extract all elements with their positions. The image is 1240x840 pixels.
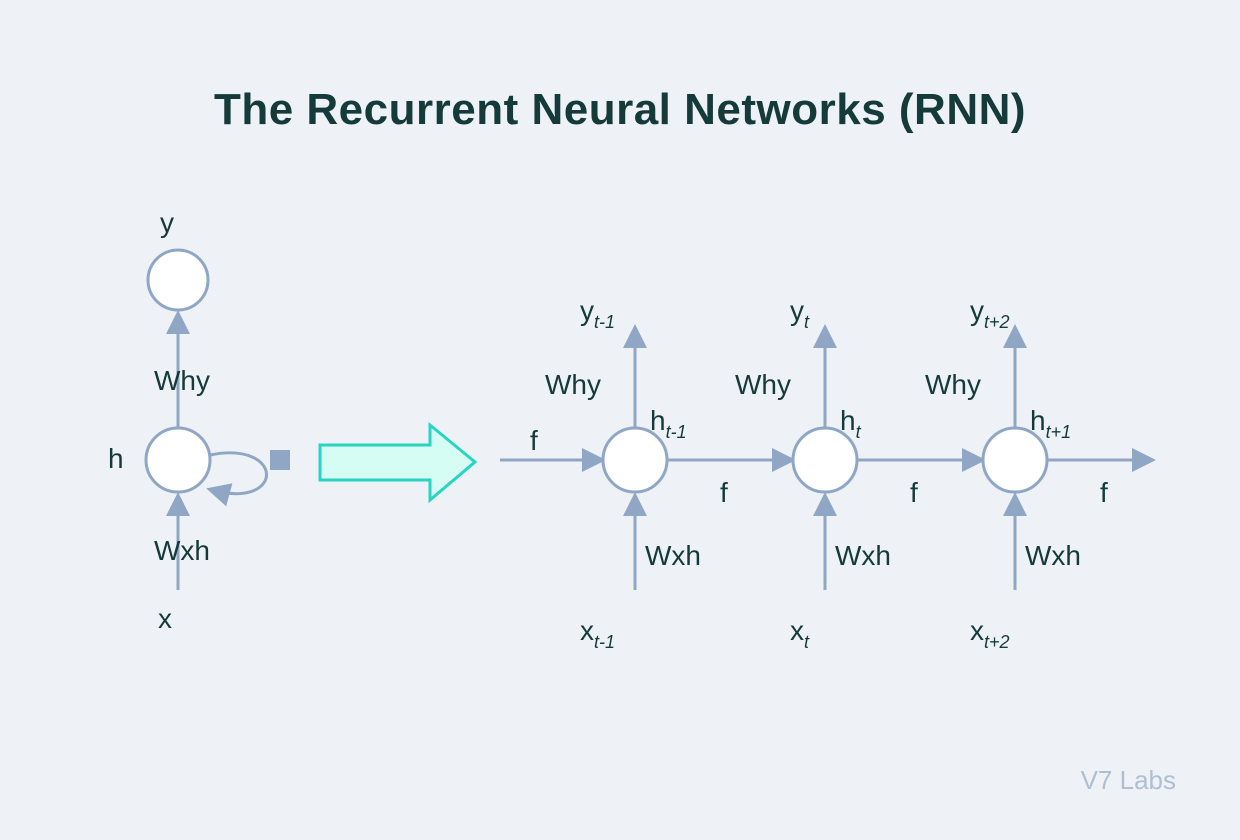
label-f-2: f — [910, 477, 918, 508]
label-x-2: xt — [790, 615, 810, 652]
label-f-3: f — [1100, 477, 1108, 508]
label-wxh-2: Wxh — [835, 540, 891, 571]
node-h-t-plus-1 — [983, 428, 1047, 492]
rnn-diagram: y Why h Wxh x f yt-1 Why ht-1 f Wxh xt-1… — [0, 0, 1240, 840]
label-y-1: yt-1 — [580, 295, 615, 332]
expand-arrow-icon — [320, 425, 475, 500]
label-wxh-3: Wxh — [1025, 540, 1081, 571]
label-h: h — [108, 443, 124, 474]
credit-label: V7 Labs — [1081, 765, 1176, 796]
label-x: x — [158, 603, 172, 634]
label-x-3: xt+2 — [970, 615, 1010, 652]
label-wxh-1: Wxh — [645, 540, 701, 571]
label-why-1: Why — [545, 369, 601, 400]
label-y: y — [160, 207, 174, 238]
label-why-2: Why — [735, 369, 791, 400]
label-f-1: f — [720, 477, 728, 508]
node-h-t-1 — [603, 428, 667, 492]
label-wxh: Wxh — [154, 535, 210, 566]
label-why: Why — [154, 365, 210, 396]
label-y-2: yt — [790, 295, 810, 332]
node-y — [148, 250, 208, 310]
label-f-0: f — [530, 425, 538, 456]
loop-block-icon — [270, 450, 290, 470]
node-h — [146, 428, 210, 492]
label-why-3: Why — [925, 369, 981, 400]
edge-recurrent-loop — [210, 453, 267, 494]
label-x-1: xt-1 — [580, 615, 615, 652]
label-y-3: yt+2 — [970, 295, 1010, 332]
node-h-t — [793, 428, 857, 492]
